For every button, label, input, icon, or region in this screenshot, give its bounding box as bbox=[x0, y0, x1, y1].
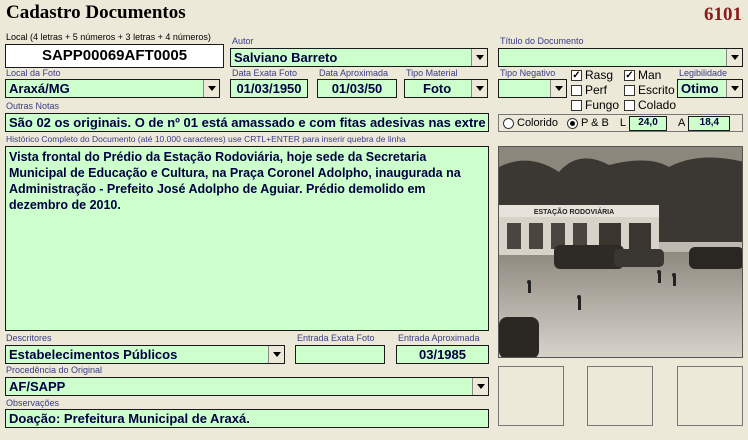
thumbnail-slot-2[interactable] bbox=[587, 366, 653, 426]
legibilidade-label: Legibilidade bbox=[679, 68, 728, 78]
descritores-label: Descritores bbox=[6, 333, 52, 343]
local-label: Local (4 letras + 5 números + 3 letras +… bbox=[6, 32, 211, 42]
chevron-down-icon[interactable] bbox=[203, 80, 219, 97]
entrada-exata-label: Entrada Exata Foto bbox=[297, 333, 375, 343]
checkbox-rasg[interactable]: ✓ Rasg bbox=[571, 68, 613, 82]
checkbox-man[interactable]: ✓ Man bbox=[624, 68, 661, 82]
legibilidade-value: Otimo bbox=[681, 81, 719, 96]
largura-field[interactable]: 24,0 bbox=[629, 115, 668, 131]
checkbox-escrito[interactable]: Escrito bbox=[624, 83, 675, 97]
observacoes-label: Observações bbox=[6, 398, 60, 408]
checkbox-colado[interactable]: Colado bbox=[624, 98, 676, 112]
entrada-exata-field[interactable] bbox=[295, 345, 385, 364]
data-exata-label: Data Exata Foto bbox=[232, 68, 298, 78]
chevron-down-icon[interactable] bbox=[471, 49, 487, 66]
radio-colorido[interactable] bbox=[503, 117, 514, 129]
tipo-material-field[interactable]: Foto bbox=[404, 79, 488, 98]
local-foto-field[interactable]: Araxá/MG bbox=[5, 79, 220, 98]
altura-field[interactable]: 18,4 bbox=[688, 115, 731, 131]
legibilidade-field[interactable]: Otimo bbox=[677, 79, 743, 98]
descritores-field[interactable]: Estabelecimentos Públicos bbox=[5, 345, 285, 364]
procedencia-field[interactable]: AF/SAPP bbox=[5, 377, 489, 396]
autor-label: Autor bbox=[232, 36, 254, 46]
titulo-label: Título do Documento bbox=[500, 36, 584, 46]
record-number: 6101 bbox=[704, 4, 742, 25]
local-code-field[interactable]: SAPP00069AFT0005 bbox=[5, 44, 224, 68]
check-icon: ✓ bbox=[624, 69, 635, 81]
data-aprox-field[interactable]: 01/03/50 bbox=[317, 79, 397, 98]
descritores-value: Estabelecimentos Públicos bbox=[9, 347, 178, 362]
data-aprox-label: Data Aproximada bbox=[319, 68, 389, 78]
tipo-material-value: Foto bbox=[423, 81, 452, 96]
checkbox-perf[interactable]: Perf bbox=[571, 83, 607, 97]
entrada-aprox-label: Entrada Aproximada bbox=[398, 333, 480, 343]
chevron-down-icon[interactable] bbox=[471, 80, 487, 97]
entrada-aprox-field[interactable]: 03/1985 bbox=[396, 345, 489, 364]
chevron-down-icon[interactable] bbox=[726, 49, 742, 66]
thumbnail-slot-1[interactable] bbox=[498, 366, 564, 426]
outras-notas-field[interactable]: São 02 os originais. O de nº 01 está ama… bbox=[5, 113, 489, 132]
procedencia-label: Procedência do Original bbox=[6, 365, 103, 375]
page-title: Cadastro Documentos bbox=[6, 2, 186, 23]
tipo-negativo-label: Tipo Negativo bbox=[500, 68, 556, 78]
procedencia-value: AF/SAPP bbox=[9, 379, 66, 394]
autor-field[interactable]: Salviano Barreto bbox=[230, 48, 488, 67]
tipo-negativo-field[interactable] bbox=[498, 79, 567, 98]
chevron-down-icon[interactable] bbox=[472, 378, 488, 395]
outras-notas-label: Outras Notas bbox=[6, 101, 60, 111]
photo-sign-text: ESTAÇÃO RODOVIÁRIA bbox=[534, 207, 614, 216]
chevron-down-icon[interactable] bbox=[726, 80, 742, 97]
photo-image: ESTAÇÃO RODOVIÁRIA bbox=[499, 147, 742, 357]
chevron-down-icon[interactable] bbox=[268, 346, 284, 363]
document-photo: ESTAÇÃO RODOVIÁRIA bbox=[498, 146, 743, 358]
observacoes-field[interactable]: Doação: Prefeitura Municipal de Araxá. bbox=[5, 409, 489, 428]
color-mode-group: Colorido P & B L 24,0 A 18,4 bbox=[498, 114, 743, 132]
radio-pb[interactable] bbox=[566, 117, 578, 129]
titulo-field[interactable] bbox=[498, 48, 743, 67]
local-foto-value: Araxá/MG bbox=[9, 81, 70, 96]
tipo-material-label: Tipo Material bbox=[406, 68, 458, 78]
checkbox-fungo[interactable]: Fungo bbox=[571, 98, 619, 112]
autor-value: Salviano Barreto bbox=[234, 50, 338, 65]
data-exata-field[interactable]: 01/03/1950 bbox=[230, 79, 308, 98]
historico-textarea[interactable]: Vista frontal do Prédio da Estação Rodov… bbox=[5, 146, 489, 331]
chevron-down-icon[interactable] bbox=[550, 80, 566, 97]
thumbnail-slot-3[interactable] bbox=[677, 366, 743, 426]
historico-label: Histórico Completo do Documento (até 10.… bbox=[6, 134, 406, 144]
check-icon: ✓ bbox=[571, 69, 582, 81]
local-foto-label: Local da Foto bbox=[6, 68, 61, 78]
